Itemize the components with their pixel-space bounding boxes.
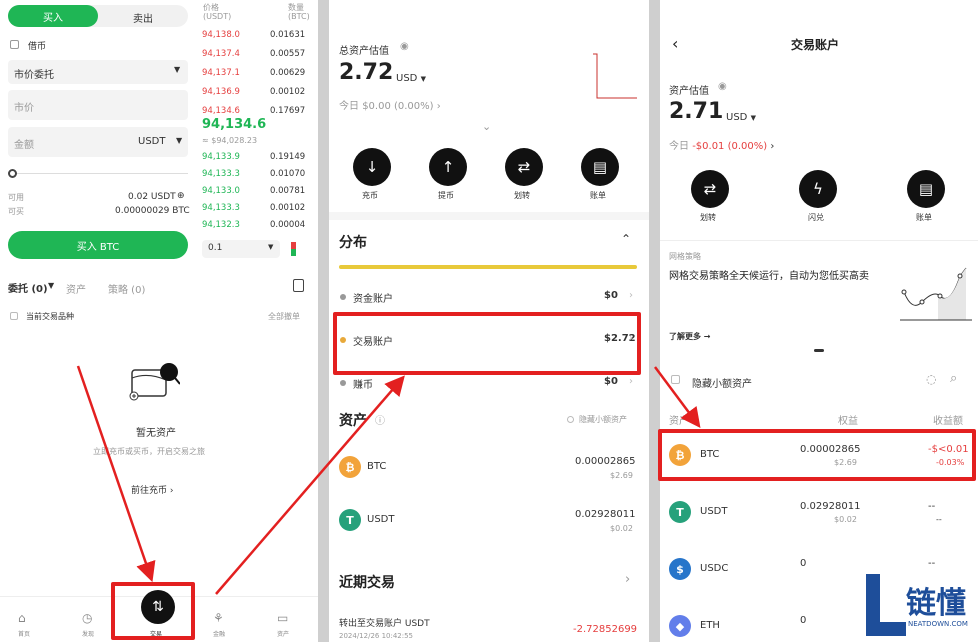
annotation-arrows [76,365,701,595]
watermark-logo-foot [866,622,906,636]
watermark-site: NEATDOWN.COM [908,620,968,628]
watermark-brand: 链懂 [906,586,966,621]
watermark: 链懂 NEATDOWN.COM [858,570,978,642]
